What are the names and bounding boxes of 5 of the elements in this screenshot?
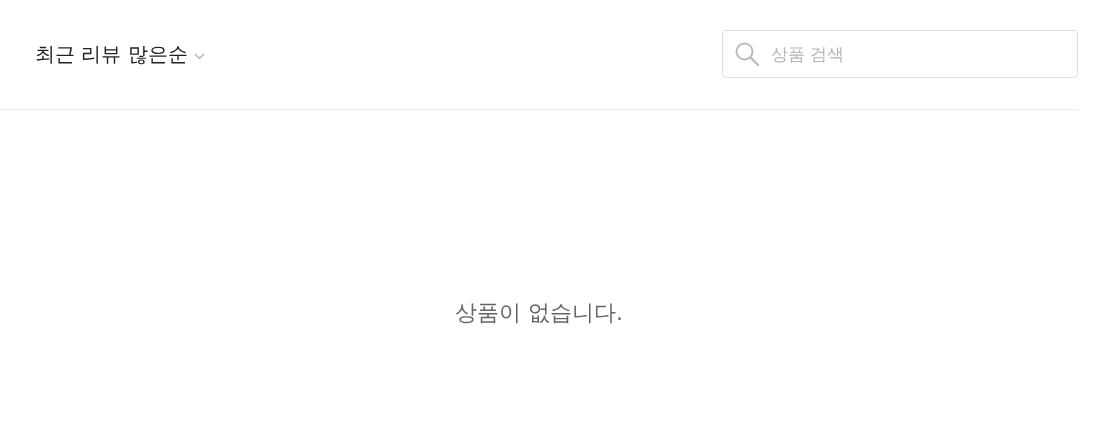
empty-message: 상품이 없습니다. <box>455 299 623 327</box>
search-field[interactable]: 상품 검색 <box>722 29 1078 78</box>
search-icon <box>734 40 760 67</box>
sort-dropdown[interactable]: 최근 리뷰 많은순 <box>35 41 205 68</box>
chevron-down-icon <box>193 52 205 60</box>
